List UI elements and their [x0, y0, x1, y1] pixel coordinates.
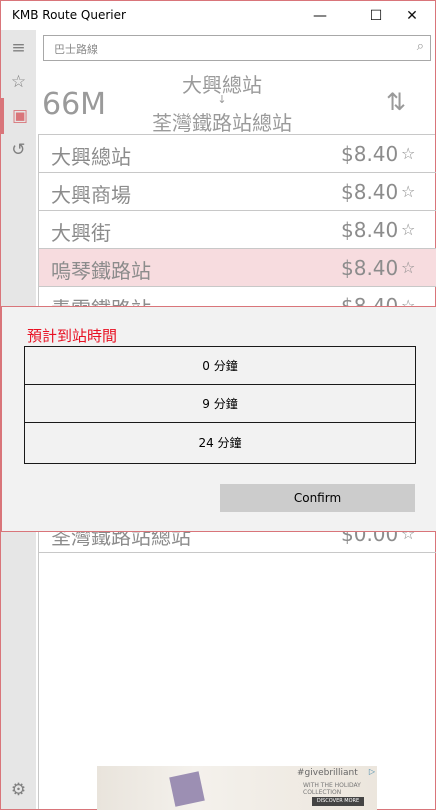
ad-discover-button[interactable]: DISCOVER MORE [312, 797, 364, 806]
search-placeholder: 巴士路線 [54, 43, 98, 56]
stop-row[interactable]: 大興街 $8.40 ☆ [39, 211, 436, 249]
minimize-button[interactable]: — [297, 1, 343, 30]
history-icon[interactable]: ↺ [1, 132, 36, 168]
close-button[interactable]: ✕ [389, 1, 435, 30]
stop-name: 大興商場 [51, 183, 131, 207]
favorite-star-icon[interactable]: ☆ [401, 258, 415, 277]
window-title: KMB Route Querier [12, 8, 126, 22]
stop-name: 嗚琴鐵路站 [51, 259, 151, 283]
gift-box-image [169, 771, 205, 807]
eta-dialog: 預計到站時間 0 分鐘 9 分鐘 24 分鐘 Confirm [1, 306, 436, 532]
route-search-input[interactable]: 巴士路線 ⌕ [43, 35, 431, 61]
stop-row[interactable]: 大興商場 $8.40 ☆ [39, 173, 436, 211]
route-header: 66M 大興總站 ↓ 荃灣鐵路站總站 ⇅ [36, 63, 435, 135]
favorite-star-icon[interactable]: ☆ [401, 182, 415, 201]
hamburger-icon[interactable]: ≡ [1, 30, 36, 66]
search-icon[interactable]: ⌕ [417, 39, 424, 54]
eta-option[interactable]: 9 分鐘 [25, 385, 415, 423]
eta-option-list: 0 分鐘 9 分鐘 24 分鐘 [24, 346, 416, 464]
route-destination: 荃灣鐵路站總站 [152, 111, 292, 135]
favorite-star-icon[interactable]: ☆ [401, 220, 415, 239]
bus-icon[interactable]: ▣ [1, 98, 36, 134]
direction-arrow-icon: ↓ [217, 93, 227, 106]
stop-fare: $8.40 [341, 256, 399, 280]
stop-row-selected[interactable]: 嗚琴鐵路站 $8.40 ☆ [39, 249, 436, 287]
stop-name: 大興街 [51, 221, 111, 245]
stop-fare: $8.40 [341, 142, 399, 166]
route-number: 66M [42, 87, 107, 122]
stop-fare: $8.40 [341, 218, 399, 242]
ad-subtitle: WITH THE HOLIDAY COLLECTION [303, 782, 361, 796]
favorites-star-icon[interactable]: ☆ [1, 64, 36, 100]
stop-fare: $8.40 [341, 180, 399, 204]
ad-hashtag: #givebrilliant [297, 768, 358, 778]
settings-gear-icon[interactable]: ⚙ [1, 772, 36, 808]
ad-banner[interactable]: #givebrilliant ▷ WITH THE HOLIDAY COLLEC… [97, 766, 377, 810]
eta-option[interactable]: 0 分鐘 [25, 347, 415, 385]
favorite-star-icon[interactable]: ☆ [401, 144, 415, 163]
eta-option[interactable]: 24 分鐘 [25, 423, 415, 461]
adchoices-icon[interactable]: ▷ [369, 767, 375, 776]
stop-row[interactable]: 大興總站 $8.40 ☆ [39, 135, 436, 173]
title-bar: KMB Route Querier — ☐ ✕ [1, 1, 435, 30]
app-window: KMB Route Querier — ☐ ✕ ≡ ☆ ▣ ↺ ⚙ 巴士路線 ⌕… [0, 0, 436, 810]
swap-direction-icon[interactable]: ⇅ [386, 88, 406, 116]
dialog-title: 預計到站時間 [27, 327, 118, 345]
confirm-button[interactable]: Confirm [220, 484, 415, 512]
stop-name: 大興總站 [51, 145, 131, 169]
